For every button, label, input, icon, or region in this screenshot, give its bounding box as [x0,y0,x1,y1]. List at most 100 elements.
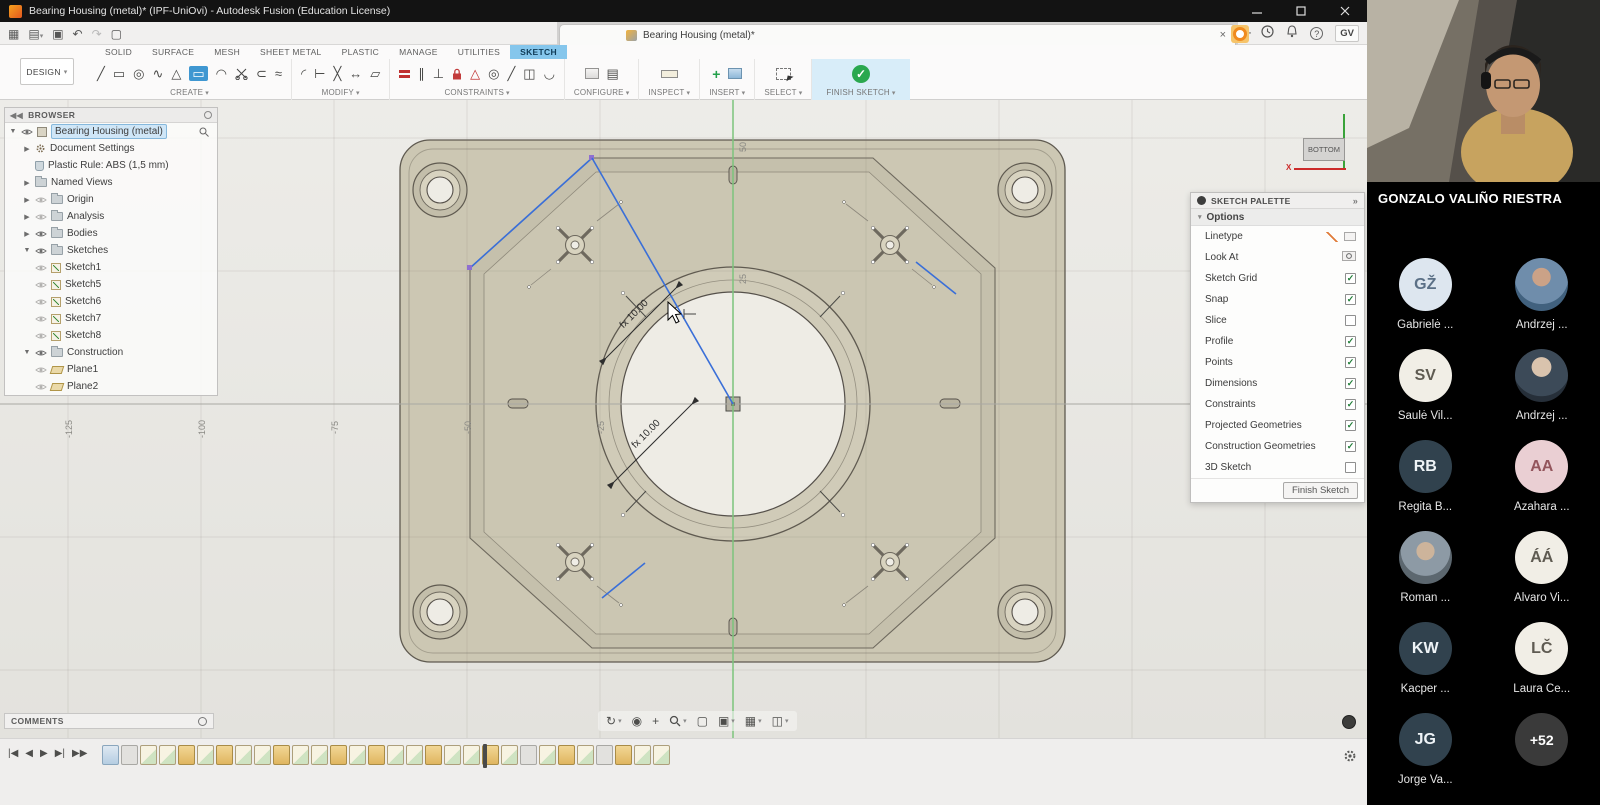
ribbon-tab[interactable]: MESH [204,45,250,59]
timeline-feature-icon[interactable] [596,745,613,765]
participant-tile[interactable]: Andrzej ... [1493,258,1591,331]
visibility-eye-icon[interactable] [35,196,47,204]
configure-table-icon[interactable] [585,68,599,79]
select-group-label[interactable]: SELECT▾ [764,88,802,100]
visibility-eye-icon[interactable] [35,264,47,272]
palette-checkbox[interactable] [1345,399,1356,410]
participant-tile[interactable]: Andrzej ... [1493,349,1591,422]
browser-options-icon[interactable] [204,111,212,119]
orbit-icon[interactable]: ↻▾ [606,714,622,728]
configuration-icon[interactable]: ▤ [607,67,619,80]
expander-icon[interactable]: ▼ [23,247,31,254]
insert-group-label[interactable]: INSERT▾ [709,88,745,100]
constraints-group-label[interactable]: CONSTRAINTS▾ [444,88,509,100]
document-tab[interactable]: Bearing Housing (metal)* × [559,24,1236,45]
concentric-constraint-icon[interactable]: ◎ [488,67,499,80]
timeline-feature-icon[interactable] [254,745,271,765]
search-icon[interactable] [199,127,209,137]
horizontal-vertical-constraint-icon[interactable] [399,70,410,78]
palette-checkbox[interactable] [1345,378,1356,389]
home-view-icon[interactable]: ▢ [111,28,122,40]
ribbon-tab[interactable]: SURFACE [142,45,204,59]
trim-tool-icon[interactable] [235,68,248,80]
viewports-icon[interactable]: ◫▾ [772,714,789,728]
line-tool-icon[interactable]: ╱ [97,67,105,80]
timeline-feature-icon[interactable] [102,745,119,765]
display-settings-icon[interactable]: ▣▾ [718,714,735,728]
fit-icon[interactable]: ▢ [697,714,708,728]
visibility-eye-icon[interactable] [35,230,47,238]
visibility-eye-icon[interactable] [35,247,47,255]
participant-tile[interactable]: ÁÁ Álvaro Vi... [1493,531,1591,604]
browser-row-sketch[interactable]: Sketch5 [31,276,217,293]
construction-line-icon[interactable] [1325,232,1339,242]
browser-row-bodies[interactable]: ▶ Bodies [19,225,217,242]
browser-row-document-settings[interactable]: ▶ Document Settings [19,140,217,157]
circle-tool-icon[interactable]: ◎ [133,67,144,80]
go-to-end-icon[interactable]: ▶▶ [72,748,87,759]
timeline-feature-icon[interactable] [463,745,480,765]
palette-checkbox[interactable] [1345,357,1356,368]
redo-icon[interactable]: ↷ [92,28,102,40]
pan-icon[interactable]: + [652,714,659,728]
step-back-icon[interactable]: ◀ [25,748,33,759]
ribbon-tab[interactable]: SOLID [95,45,142,59]
select-tool-icon[interactable] [776,68,791,80]
model-canvas[interactable]: fx 10.00 fx 10.00 -125 -100 -75 -50 -25 … [0,100,1367,738]
save-icon[interactable]: ▣ [52,28,63,40]
scale-tool-icon[interactable]: ↔ [349,67,362,80]
restore-button[interactable] [1279,0,1323,22]
rectangle-tool-icon[interactable]: ▭ [113,67,125,80]
browser-row-sketch[interactable]: Sketch8 [31,327,217,344]
job-status-icon[interactable] [1231,25,1249,43]
timeline-feature-icon[interactable] [273,745,290,765]
extend-tool-icon[interactable]: ⊢ [314,67,325,80]
insert-mcmaster-icon[interactable]: + [712,67,720,81]
timeline-feature-icon[interactable] [425,745,442,765]
normal-line-icon[interactable] [1344,232,1356,241]
parallel-constraint-icon[interactable]: ∥ [418,67,425,80]
measure-tool-icon[interactable] [661,70,678,78]
browser-row-sketches[interactable]: ▼ Sketches [19,242,217,259]
browser-row-plane[interactable]: Plane2 [31,378,217,395]
grid-settings-icon[interactable]: ▦▾ [745,714,762,728]
help-icon[interactable]: ? [1310,27,1323,40]
play-icon[interactable]: ▶ [40,748,48,759]
curvature-constraint-icon[interactable]: ◡ [544,67,555,80]
create-group-label[interactable]: CREATE▾ [170,88,209,100]
timeline-feature-icon[interactable] [558,745,575,765]
visibility-eye-icon[interactable] [35,315,47,323]
minimize-button[interactable] [1235,0,1279,22]
ribbon-tab[interactable]: UTILITIES [448,45,510,59]
timeline-feature-icon[interactable] [121,745,138,765]
polygon-tool-icon[interactable]: △ [171,67,181,80]
viewcube-face[interactable]: BOTTOM [1303,138,1345,161]
comments-add-icon[interactable] [198,717,207,726]
timeline-feature-icon[interactable] [634,745,651,765]
ribbon-tab[interactable]: SHEET METAL [250,45,332,59]
browser-root-row[interactable]: ▼ Bearing Housing (metal) [5,123,217,140]
timeline-feature-icon[interactable] [406,745,423,765]
finish-sketch-icon[interactable]: ✓ [852,65,870,83]
timeline-feature-icon[interactable] [197,745,214,765]
finish-sketch-label[interactable]: FINISH SKETCH▾ [826,88,895,100]
timeline-feature-icon[interactable] [330,745,347,765]
notifications-bell-icon[interactable] [1286,25,1298,43]
timeline-feature-icon[interactable] [653,745,670,765]
palette-checkbox[interactable] [1345,462,1356,473]
ribbon-tab[interactable]: MANAGE [389,45,448,59]
browser-row-named-views[interactable]: ▶ Named Views [19,174,217,191]
browser-row-plastic-rule[interactable]: Plastic Rule: ABS (1,5 mm) [31,157,217,174]
browser-header[interactable]: ◀◀ BROWSER [5,108,217,123]
timeline-feature-icon[interactable] [140,745,157,765]
visibility-eye-icon[interactable] [35,366,47,374]
browser-row-sketch[interactable]: Sketch7 [31,310,217,327]
account-avatar[interactable]: GV [1335,25,1359,42]
timeline-feature-icon[interactable] [520,745,537,765]
ribbon-tab[interactable]: PLASTIC [332,45,390,59]
expander-icon[interactable]: ▼ [9,128,17,135]
sketch-palette-header[interactable]: SKETCH PALETTE » [1191,193,1364,209]
visibility-eye-icon[interactable] [35,281,47,289]
expander-icon[interactable]: ▶ [23,213,31,221]
offline-status-icon[interactable] [1342,715,1356,729]
